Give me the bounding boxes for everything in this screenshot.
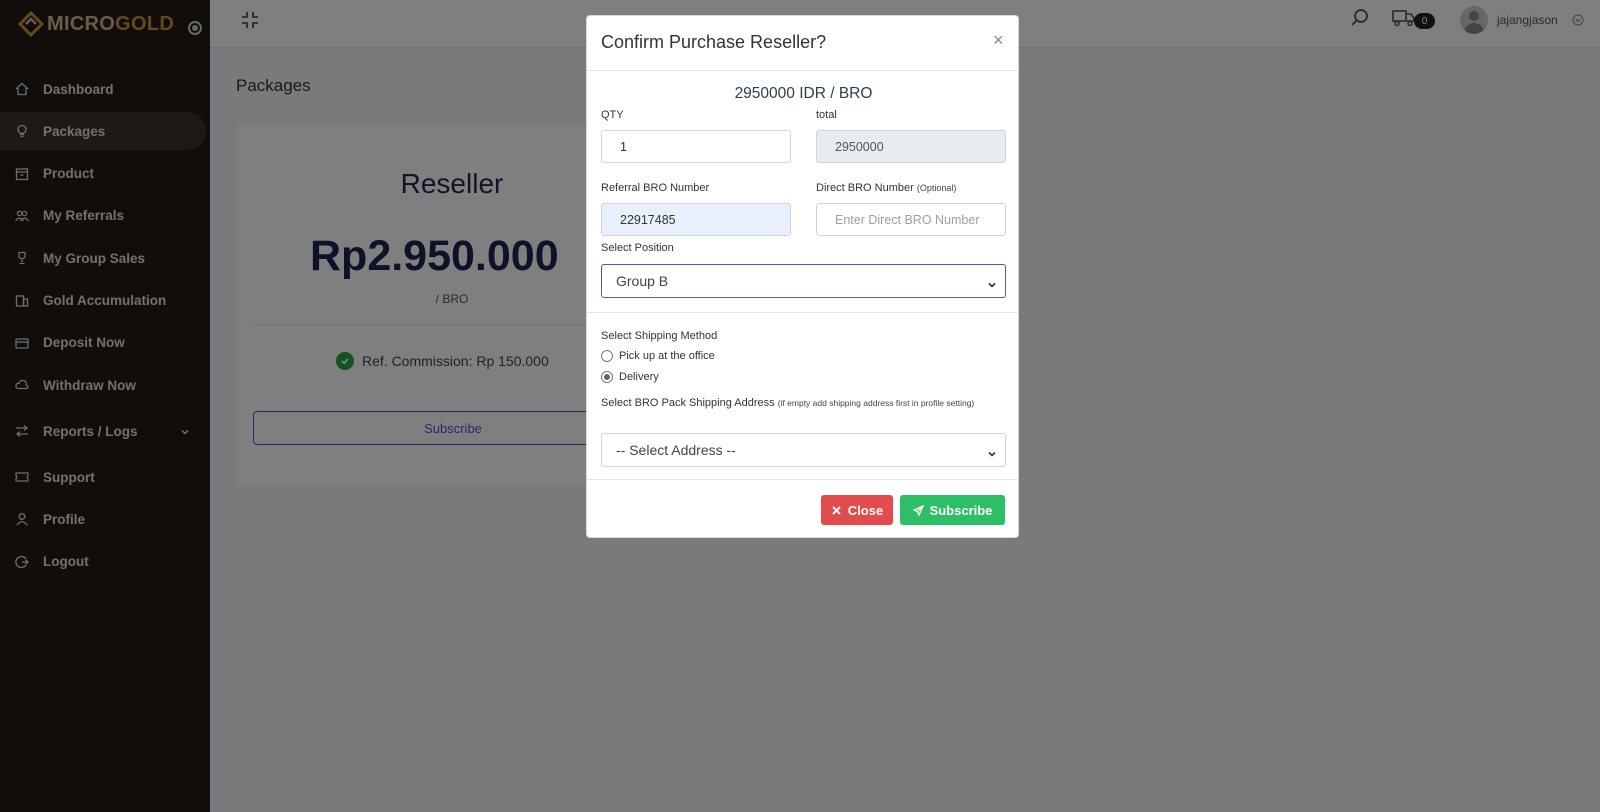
optional-hint: (Optional)	[916, 183, 957, 193]
confirm-purchase-modal: Confirm Purchase Reseller? × 2950000 IDR…	[586, 15, 1019, 538]
divider	[587, 479, 1018, 480]
radio-button[interactable]	[601, 371, 613, 383]
close-button[interactable]: Close	[821, 495, 893, 525]
close-icon[interactable]: ×	[993, 30, 1004, 51]
address-hint: (if empty add shipping address first in …	[777, 398, 975, 408]
address-select[interactable]: -- Select Address --	[601, 433, 1006, 467]
close-button-label: Close	[847, 502, 884, 518]
divider	[587, 312, 1018, 313]
pickup-label: Pick up at the office	[619, 350, 715, 362]
referral-label: Referral BRO Number	[601, 182, 710, 194]
direct-label-text: Direct BRO Number	[816, 182, 914, 194]
address-value: -- Select Address --	[616, 442, 736, 458]
modal-title: Confirm Purchase Reseller?	[601, 32, 827, 52]
position-value: Group B	[616, 273, 669, 289]
total-input: 2950000	[816, 130, 1006, 163]
chevron-down-icon	[987, 277, 997, 288]
direct-bro-input[interactable]: Enter Direct BRO Number	[816, 203, 1006, 236]
price-heading: 2950000 IDR / BRO	[734, 85, 873, 102]
direct-label: Direct BRO Number (Optional)	[816, 182, 956, 194]
referral-input[interactable]: 22917485	[601, 203, 791, 236]
qty-input[interactable]: 1	[601, 130, 791, 163]
radio-button[interactable]	[601, 350, 613, 362]
chevron-down-icon	[987, 446, 997, 457]
qty-label: QTY	[601, 109, 624, 121]
times-icon	[831, 505, 842, 516]
paper-plane-icon	[912, 504, 924, 516]
delivery-label: Delivery	[619, 371, 659, 383]
subscribe-button-label: Subscribe	[929, 502, 993, 518]
total-label: total	[816, 109, 837, 121]
address-label: Select BRO Pack Shipping Address (if emp…	[601, 395, 1001, 411]
subscribe-button[interactable]: Subscribe	[900, 495, 1005, 525]
position-select[interactable]: Group B	[601, 264, 1006, 298]
modal-header: Confirm Purchase Reseller? ×	[587, 16, 1018, 71]
position-label: Select Position	[601, 242, 674, 254]
shipping-option-pickup[interactable]: Pick up at the office	[601, 350, 715, 362]
shipping-label: Select Shipping Method	[601, 330, 718, 342]
shipping-option-delivery[interactable]: Delivery	[601, 371, 659, 383]
address-label-text: Select BRO Pack Shipping Address	[601, 397, 775, 409]
